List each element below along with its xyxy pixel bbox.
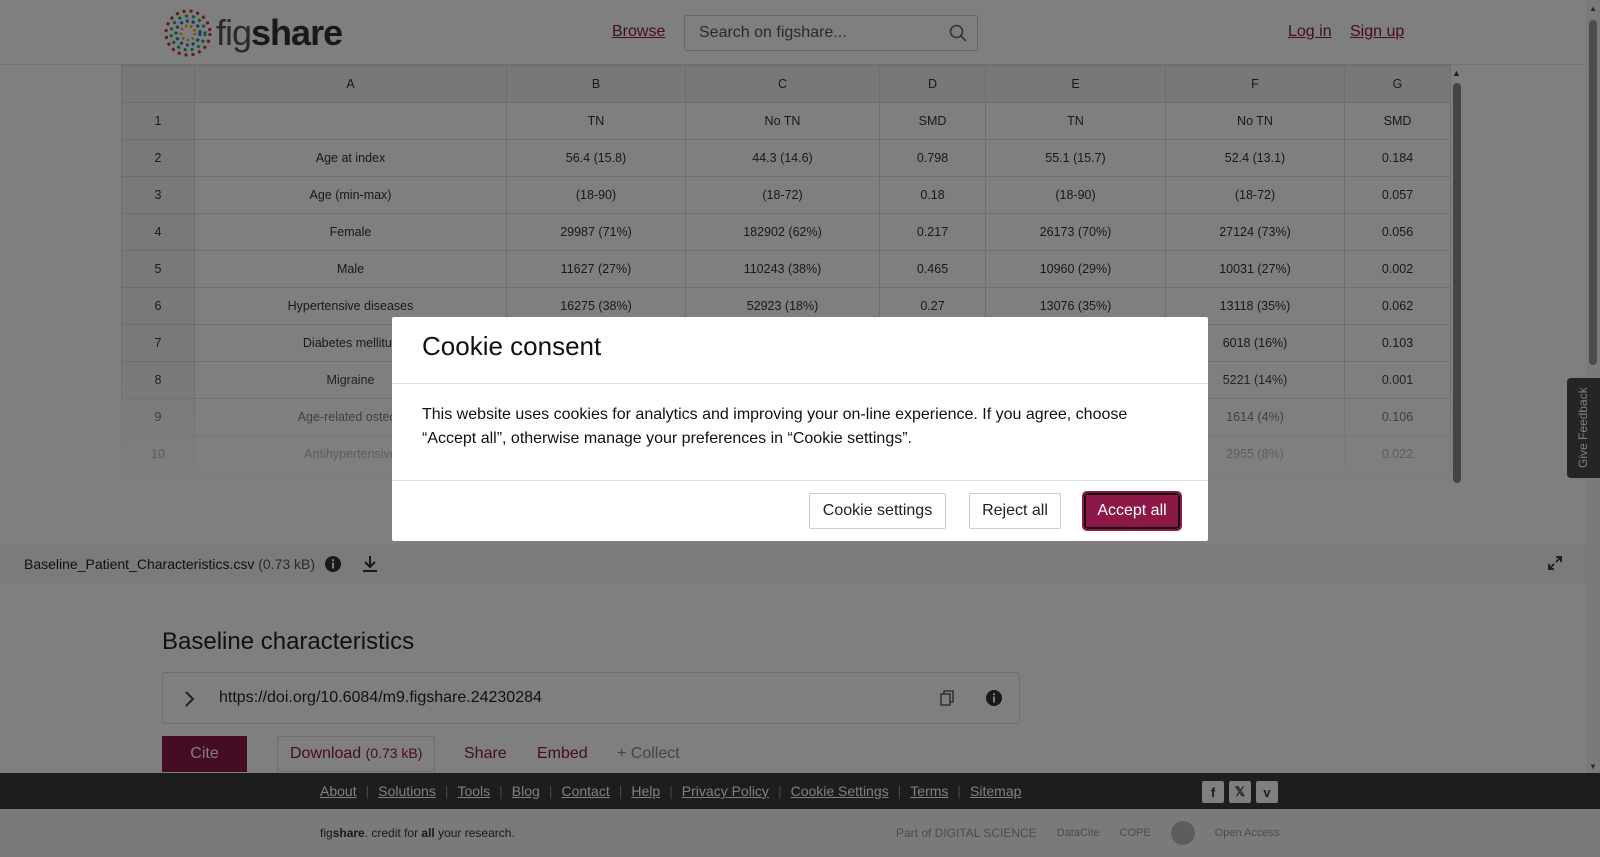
cookie-dialog-body: This website uses cookies for analytics … <box>422 406 1128 447</box>
cookie-consent-dialog: Cookie consent This website uses cookies… <box>392 317 1208 541</box>
reject-all-button[interactable]: Reject all <box>969 493 1061 529</box>
cookie-dialog-title: Cookie consent <box>422 331 602 361</box>
accept-all-button[interactable]: Accept all <box>1082 491 1182 531</box>
dialog-divider <box>392 383 1208 384</box>
cookie-settings-button[interactable]: Cookie settings <box>809 493 946 529</box>
dialog-divider <box>392 480 1208 481</box>
